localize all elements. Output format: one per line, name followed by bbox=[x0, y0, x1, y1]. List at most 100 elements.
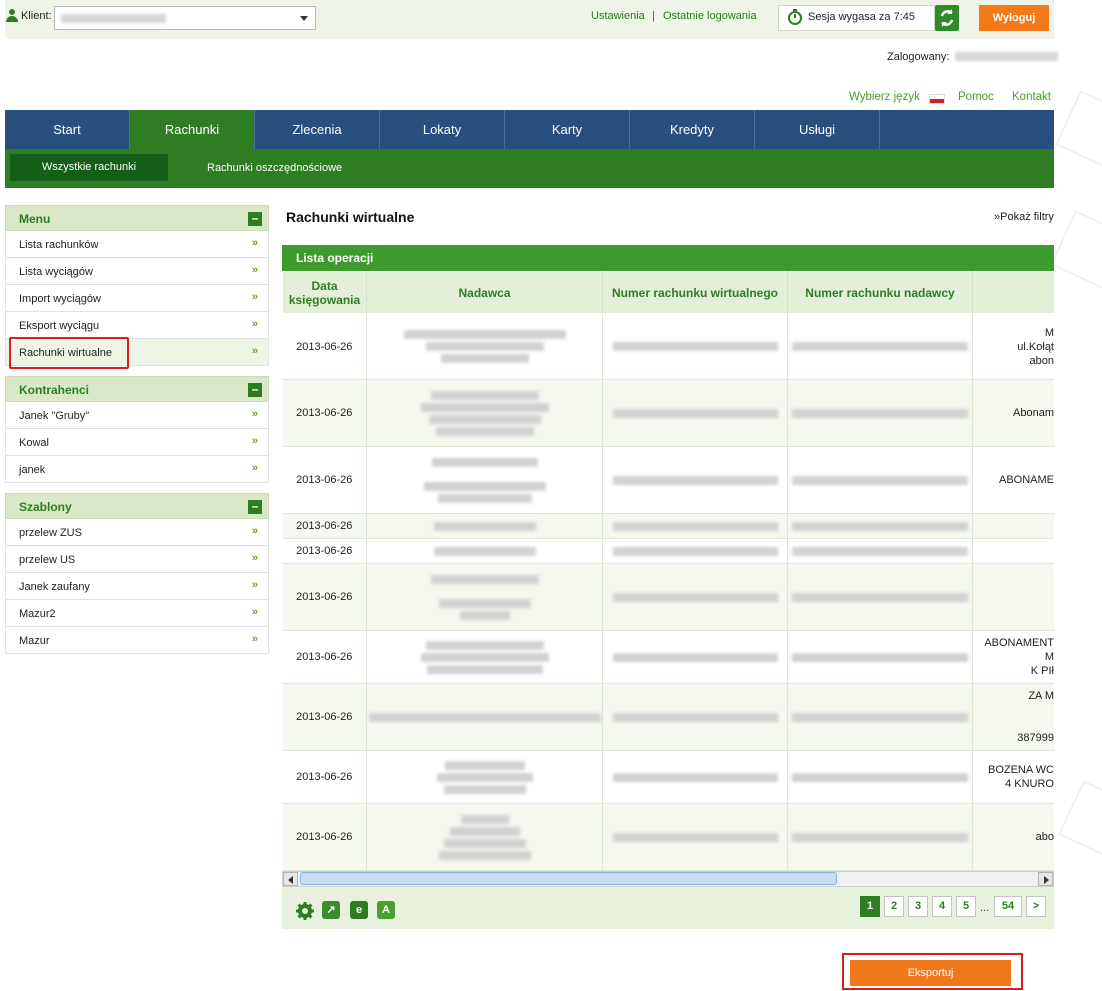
column-header-title bbox=[972, 271, 1054, 314]
logout-button[interactable]: Wyloguj bbox=[979, 5, 1049, 31]
cell-sender-redacted bbox=[366, 630, 603, 684]
page-button-last[interactable]: 54 bbox=[994, 896, 1022, 917]
sidebar-item-account-list[interactable]: Lista rachunków» bbox=[5, 231, 269, 258]
main-navigation: Start Rachunki Zlecenia Lokaty Karty Kre… bbox=[5, 110, 1054, 149]
language-link[interactable]: Wybierz język bbox=[849, 91, 920, 103]
chevron-right-icon: » bbox=[251, 606, 258, 618]
table-row[interactable]: 2013-06-26 abo bbox=[282, 803, 1054, 871]
subnav-all-accounts[interactable]: Wszystkie rachunki bbox=[10, 154, 168, 181]
last-logins-link[interactable]: Ostatnie logowania bbox=[663, 10, 757, 22]
column-header-virtual-account[interactable]: Numer rachunku wirtualnego bbox=[602, 271, 788, 314]
pdf-export-icon[interactable]: ↗ bbox=[322, 901, 340, 919]
contact-link[interactable]: Kontakt bbox=[1012, 91, 1051, 103]
sidebar-item-template[interactable]: Mazur2» bbox=[5, 600, 269, 627]
page-button-3[interactable]: 3 bbox=[908, 896, 928, 917]
cell-title: BOZENA WC 4 KNURO bbox=[972, 750, 1054, 804]
table-row[interactable]: 2013-06-26 bbox=[282, 563, 1054, 631]
chevron-right-icon: » bbox=[251, 345, 258, 357]
table-row[interactable]: 2013-06-26 ABONAME bbox=[282, 446, 1054, 514]
scrollbar-thumb[interactable] bbox=[300, 872, 837, 885]
sidebar-item-statement-list[interactable]: Lista wyciągów» bbox=[5, 258, 269, 285]
table-row[interactable]: 2013-06-26 bbox=[282, 513, 1054, 539]
export-button[interactable]: Eksportuj bbox=[850, 960, 1011, 986]
help-link[interactable]: Pomoc bbox=[958, 91, 994, 103]
cell-sender-account-redacted bbox=[787, 683, 973, 751]
scroll-right-button[interactable] bbox=[1038, 872, 1053, 886]
page-next-button[interactable]: > bbox=[1026, 896, 1046, 917]
column-header-date[interactable]: Data księgowania bbox=[282, 271, 367, 314]
sidebar-item-template[interactable]: Mazur» bbox=[5, 627, 269, 654]
nav-tab-deposits[interactable]: Lokaty bbox=[380, 110, 505, 149]
table-row[interactable]: 2013-06-26 ZA M 387999 bbox=[282, 683, 1054, 751]
nav-tab-services[interactable]: Usługi bbox=[755, 110, 880, 149]
polish-flag-icon[interactable] bbox=[929, 94, 945, 104]
nav-tab-loans[interactable]: Kredyty bbox=[630, 110, 755, 149]
scroll-left-button[interactable] bbox=[283, 872, 298, 886]
cell-title: ABONAME bbox=[972, 446, 1054, 514]
table-row[interactable]: 2013-06-26 bbox=[282, 538, 1054, 564]
cell-sender-account-redacted bbox=[787, 446, 973, 514]
excel-export-icon[interactable]: e bbox=[350, 901, 368, 919]
separator: | bbox=[652, 10, 655, 22]
sidebar-item-contractor[interactable]: Janek "Gruby"» bbox=[5, 402, 269, 429]
nav-tab-orders[interactable]: Zlecenia bbox=[255, 110, 380, 149]
sidebar-templates-title: Szablony bbox=[19, 500, 72, 514]
sidebar-item-template[interactable]: przelew ZUS» bbox=[5, 519, 269, 546]
cell-sender-redacted bbox=[366, 750, 603, 804]
sidebar-item-contractor[interactable]: Kowal» bbox=[5, 429, 269, 456]
nav-tab-start[interactable]: Start bbox=[5, 110, 130, 149]
cell-date: 2013-06-26 bbox=[282, 630, 367, 684]
cell-date: 2013-06-26 bbox=[282, 538, 367, 564]
cell-date: 2013-06-26 bbox=[282, 750, 367, 804]
cell-sender-redacted bbox=[366, 563, 603, 631]
collapse-templates-icon[interactable]: – bbox=[248, 500, 262, 514]
cell-virtual-account-redacted bbox=[602, 563, 788, 631]
cell-sender-redacted bbox=[366, 379, 603, 447]
page-button-4[interactable]: 4 bbox=[932, 896, 952, 917]
settings-link[interactable]: Ustawienia bbox=[591, 10, 645, 22]
page-button-5[interactable]: 5 bbox=[956, 896, 976, 917]
table-row[interactable]: 2013-06-26 M ul.Kołąt abon bbox=[282, 313, 1054, 380]
client-label: Klient: bbox=[21, 10, 52, 22]
cell-virtual-account-redacted bbox=[602, 630, 788, 684]
page-button-2[interactable]: 2 bbox=[884, 896, 904, 917]
table-row[interactable]: 2013-06-26 Abonam bbox=[282, 379, 1054, 447]
subnav-savings-accounts[interactable]: Rachunki oszczędnościowe bbox=[207, 162, 342, 174]
column-header-sender[interactable]: Nadawca bbox=[366, 271, 603, 314]
collapse-contractors-icon[interactable]: – bbox=[248, 383, 262, 397]
cell-virtual-account-redacted bbox=[602, 538, 788, 564]
cell-date: 2013-06-26 bbox=[282, 313, 367, 380]
cell-title: ZA M 387999 bbox=[972, 683, 1054, 751]
collapse-menu-icon[interactable]: – bbox=[248, 212, 262, 226]
sidebar-item-template[interactable]: Janek zaufany» bbox=[5, 573, 269, 600]
background-decoration bbox=[1050, 210, 1102, 290]
cell-sender-account-redacted bbox=[787, 630, 973, 684]
refresh-session-button[interactable] bbox=[935, 5, 959, 31]
page-button-1[interactable]: 1 bbox=[860, 896, 880, 917]
cell-date: 2013-06-26 bbox=[282, 379, 367, 447]
sidebar-item-export-statement[interactable]: Eksport wyciągu» bbox=[5, 312, 269, 339]
settings-gear-icon[interactable] bbox=[295, 901, 315, 921]
cell-sender-account-redacted bbox=[787, 538, 973, 564]
chevron-right-icon: » bbox=[251, 435, 258, 447]
sidebar-item-contractor[interactable]: janek» bbox=[5, 456, 269, 483]
table-row[interactable]: 2013-06-26 ABONAMENT M K PIł bbox=[282, 630, 1054, 684]
table-row[interactable]: 2013-06-26 BOZENA WC 4 KNURO bbox=[282, 750, 1054, 804]
text-export-icon[interactable]: A bbox=[377, 901, 395, 919]
cell-sender-redacted bbox=[366, 513, 603, 539]
show-filters-link[interactable]: »Pokaż filtry bbox=[994, 211, 1054, 223]
sidebar-item-template[interactable]: przelew US» bbox=[5, 546, 269, 573]
cell-title bbox=[972, 538, 1054, 564]
cell-virtual-account-redacted bbox=[602, 446, 788, 514]
cell-virtual-account-redacted bbox=[602, 313, 788, 380]
column-header-sender-account[interactable]: Numer rachunku nadawcy bbox=[787, 271, 973, 314]
cell-sender-redacted bbox=[366, 313, 603, 380]
cell-title: abo bbox=[972, 803, 1054, 871]
cell-title: Abonam bbox=[972, 379, 1054, 447]
nav-tab-accounts[interactable]: Rachunki bbox=[130, 110, 255, 149]
sidebar-item-import-statements[interactable]: Import wyciągów» bbox=[5, 285, 269, 312]
nav-tab-cards[interactable]: Karty bbox=[505, 110, 630, 149]
operations-table: Data księgowania Nadawca Numer rachunku … bbox=[282, 271, 1054, 871]
cell-title: M ul.Kołąt abon bbox=[972, 313, 1054, 380]
client-select[interactable] bbox=[54, 6, 316, 30]
